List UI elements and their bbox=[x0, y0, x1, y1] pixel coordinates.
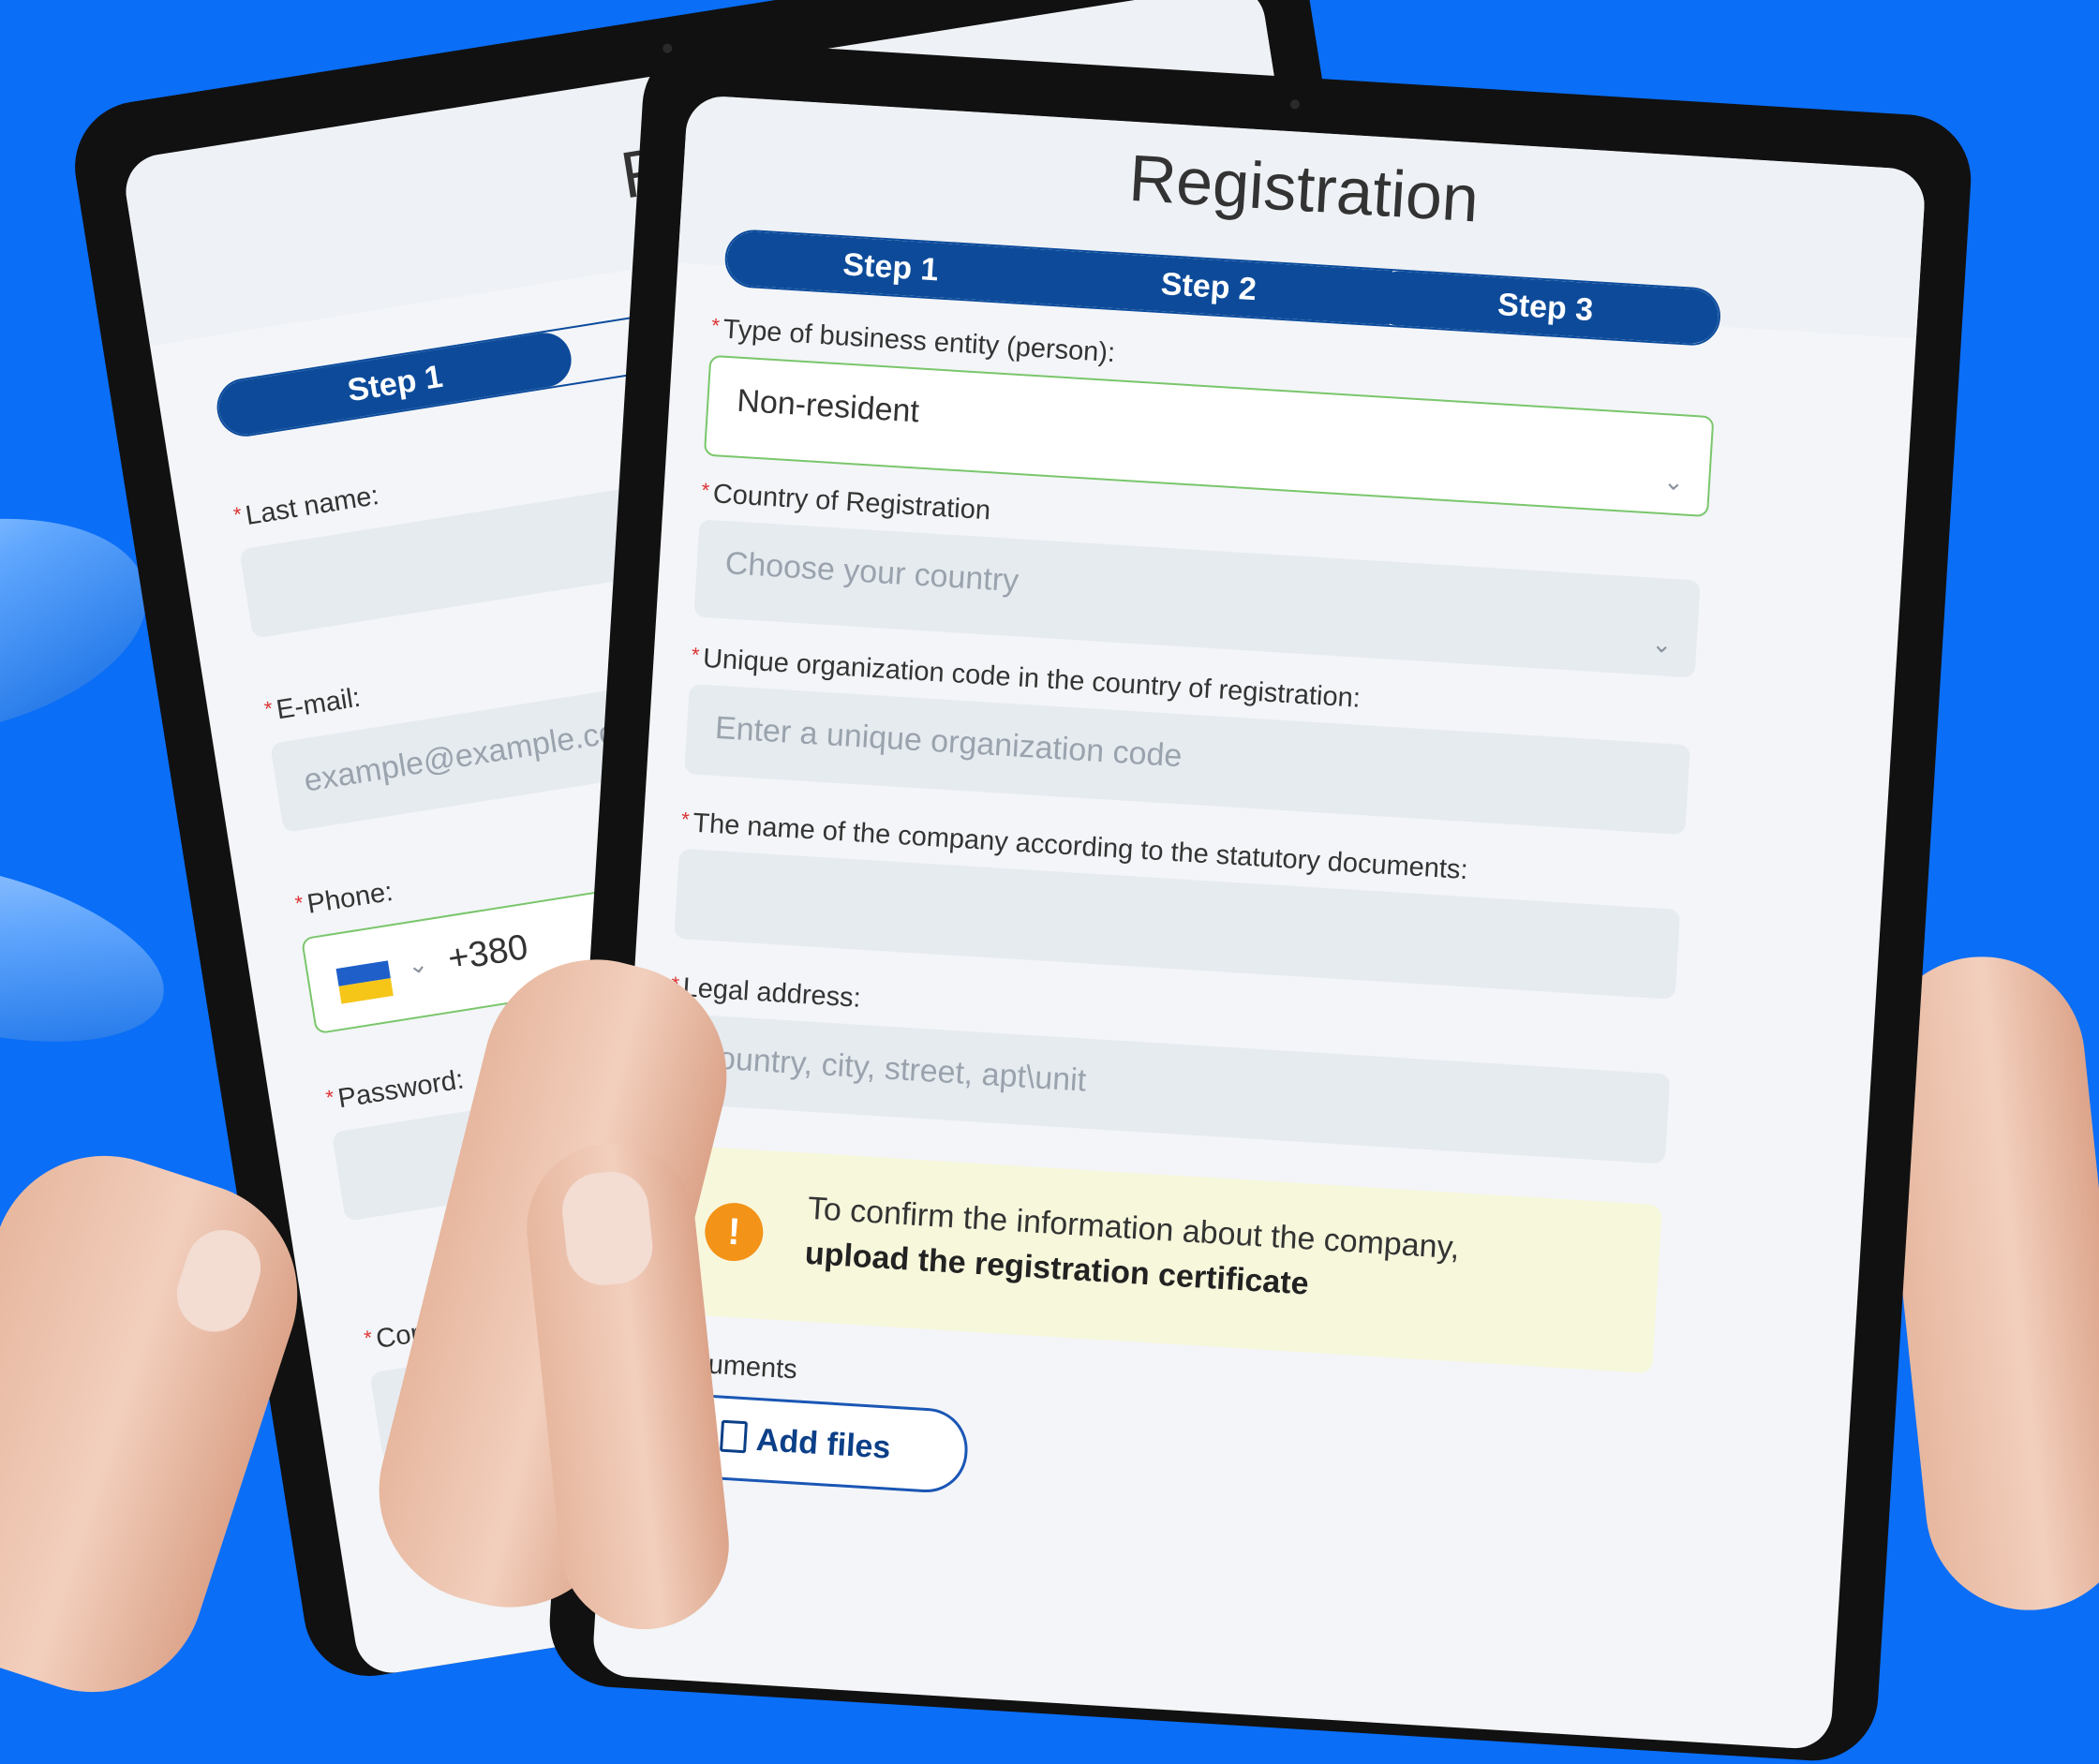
org-code-input[interactable]: Enter a unique organization code bbox=[684, 684, 1690, 836]
camera-dot bbox=[1289, 99, 1301, 110]
chevron-down-icon[interactable]: ⌄ bbox=[1651, 630, 1674, 660]
phone-country-code: +380 bbox=[445, 927, 531, 979]
thumbnail bbox=[167, 1220, 271, 1342]
chevron-down-icon[interactable]: ⌄ bbox=[406, 949, 430, 981]
document-icon bbox=[720, 1419, 749, 1454]
country-label: *Country of Registration bbox=[700, 478, 991, 526]
chevron-down-icon[interactable]: ⌄ bbox=[1662, 467, 1685, 497]
address-placeholder: Country, city, street, apt\unit bbox=[693, 1039, 1088, 1099]
country-placeholder: Choose your country bbox=[723, 545, 1020, 600]
email-label: *E-mail: bbox=[262, 682, 363, 726]
ukraine-flag-icon[interactable] bbox=[335, 960, 394, 1004]
last-name-label: *Last name: bbox=[231, 480, 381, 532]
address-input[interactable]: Country, city, street, apt\unit bbox=[663, 1013, 1671, 1164]
email-placeholder: example@example.com bbox=[301, 710, 646, 799]
company-name-input[interactable] bbox=[674, 848, 1681, 1000]
step-1-tab[interactable]: Step 1 bbox=[215, 329, 575, 438]
decorative-wave bbox=[0, 825, 183, 1076]
front-tablet-screen: Registration Step 1 Step 2 Step 3 *Type … bbox=[591, 94, 1927, 1751]
business-type-value: Non-resident bbox=[736, 382, 920, 430]
thumbnail bbox=[558, 1167, 657, 1289]
exclamation-icon: ! bbox=[703, 1201, 766, 1263]
add-files-label: Add files bbox=[754, 1421, 892, 1466]
front-tablet: Registration Step 1 Step 2 Step 3 *Type … bbox=[545, 37, 1975, 1764]
org-code-placeholder: Enter a unique organization code bbox=[713, 709, 1183, 775]
info-alert: ! To confirm the information about the c… bbox=[650, 1144, 1662, 1374]
password-label: *Password: bbox=[324, 1064, 467, 1115]
phone-label: *Phone: bbox=[293, 876, 395, 920]
